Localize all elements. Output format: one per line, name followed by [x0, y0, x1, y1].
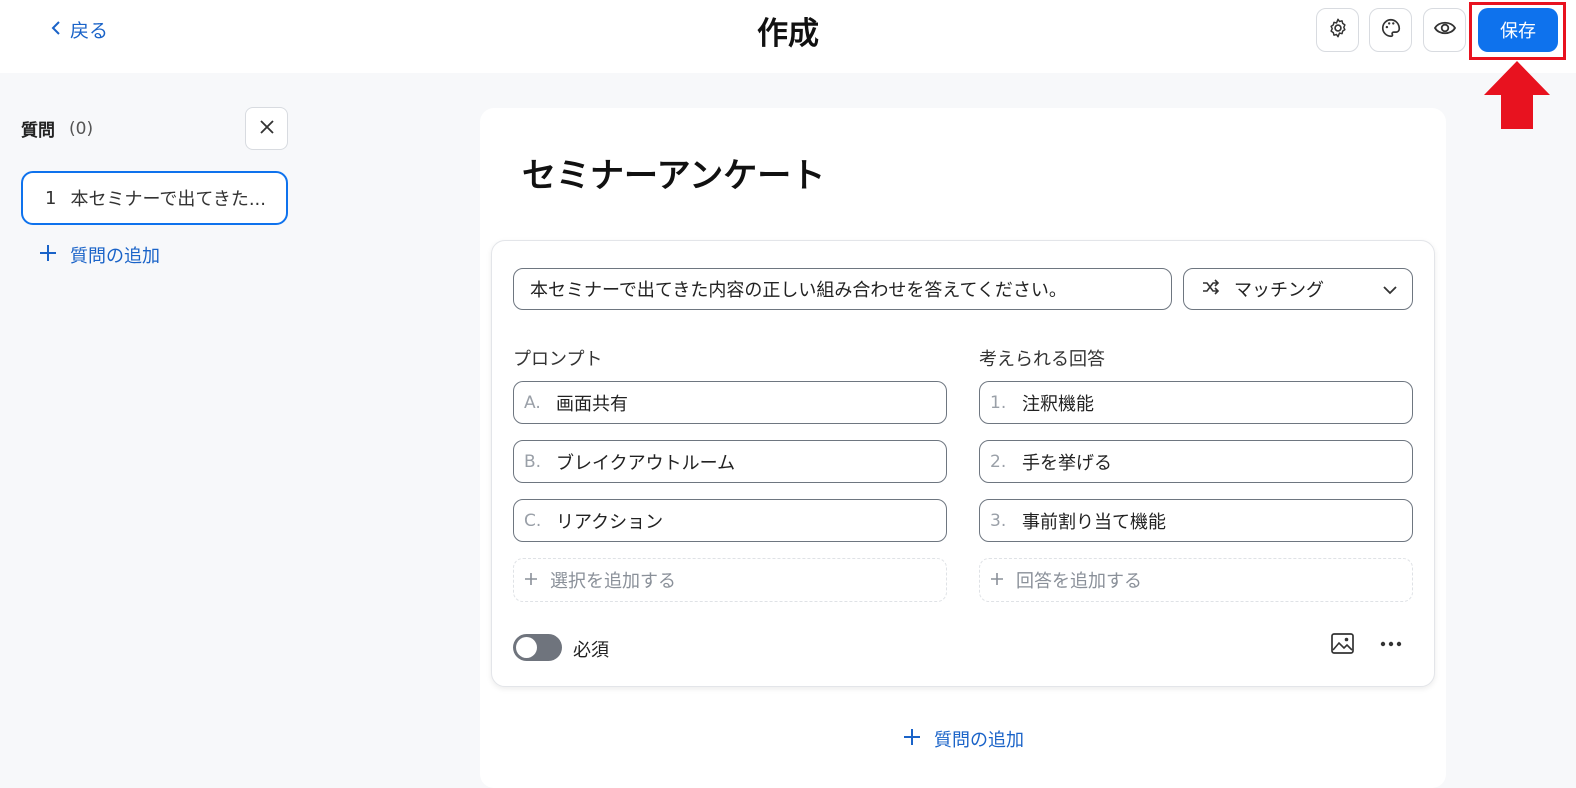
option-text: 事前割り当て機能	[1022, 511, 1166, 533]
question-type-label: マッチング	[1234, 280, 1324, 301]
shuffle-icon	[1202, 278, 1220, 300]
image-icon	[1330, 633, 1355, 660]
answer-option[interactable]: 2. 手を挙げる	[979, 440, 1413, 483]
question-preview: 本セミナーで出てきた...	[70, 189, 266, 210]
close-icon	[259, 119, 274, 138]
close-sidebar-button[interactable]	[245, 107, 288, 150]
sidebar-add-question-button[interactable]: 質問の追加	[38, 242, 160, 268]
option-text: ブレイクアウトルーム	[556, 452, 736, 474]
plus-icon	[990, 570, 1004, 591]
add-answer-button[interactable]: 回答を追加する	[979, 558, 1413, 602]
gear-icon	[1327, 17, 1349, 43]
question-count: (0)	[69, 118, 94, 139]
more-horizontal-icon	[1378, 641, 1404, 660]
option-text: リアクション	[556, 511, 664, 533]
option-text: 手を挙げる	[1022, 452, 1112, 474]
question-number: 1	[45, 187, 57, 209]
question-type-select[interactable]: マッチング	[1183, 268, 1413, 310]
toggle-knob	[516, 637, 537, 658]
sidebar-title: 質問	[21, 121, 55, 141]
option-text: 画面共有	[556, 393, 628, 415]
option-prefix: 1.	[990, 392, 1007, 413]
required-toggle[interactable]	[513, 634, 562, 661]
add-question-label: 質問の追加	[934, 730, 1024, 751]
prompt-option[interactable]: A. 画面共有	[513, 381, 947, 424]
option-prefix: B.	[524, 451, 542, 472]
plus-icon	[902, 727, 922, 752]
answer-option[interactable]: 1. 注釈機能	[979, 381, 1413, 424]
option-prefix: 2.	[990, 451, 1007, 472]
option-prefix: C.	[524, 510, 542, 531]
prompt-column-label: プロンプト	[513, 349, 603, 370]
theme-button[interactable]	[1369, 8, 1412, 52]
option-text: 注釈機能	[1022, 393, 1094, 415]
question-text-input[interactable]: 本セミナーで出てきた内容の正しい組み合わせを答えてください。	[513, 268, 1172, 310]
sidebar-header: 質問 (0)	[21, 116, 94, 142]
highlight-annotation	[1469, 2, 1566, 60]
more-options-button[interactable]	[1378, 632, 1404, 660]
sidebar-question-item[interactable]: 1 本セミナーで出てきた...	[21, 171, 288, 225]
option-prefix: A.	[524, 392, 541, 413]
add-image-button[interactable]	[1330, 632, 1355, 660]
add-question-button[interactable]: 質問の追加	[902, 726, 1024, 752]
add-question-label: 質問の追加	[70, 246, 160, 267]
eye-icon	[1433, 19, 1457, 41]
preview-button[interactable]	[1423, 8, 1466, 52]
answer-option[interactable]: 3. 事前割り当て機能	[979, 499, 1413, 542]
plus-icon	[524, 570, 538, 591]
plus-icon	[38, 242, 58, 268]
chevron-down-icon	[1382, 279, 1398, 304]
add-prompt-button[interactable]: 選択を追加する	[513, 558, 947, 602]
required-label: 必須	[573, 640, 609, 661]
add-answer-label: 回答を追加する	[1016, 571, 1142, 592]
option-prefix: 3.	[990, 510, 1007, 531]
prompt-option[interactable]: C. リアクション	[513, 499, 947, 542]
annotation-arrow-icon	[1484, 61, 1550, 133]
palette-icon	[1380, 17, 1402, 43]
add-prompt-label: 選択を追加する	[550, 571, 676, 592]
prompt-option[interactable]: B. ブレイクアウトルーム	[513, 440, 947, 483]
answer-column-label: 考えられる回答	[979, 349, 1105, 370]
settings-button[interactable]	[1316, 8, 1359, 52]
survey-title[interactable]: セミナーアンケート	[522, 148, 825, 197]
